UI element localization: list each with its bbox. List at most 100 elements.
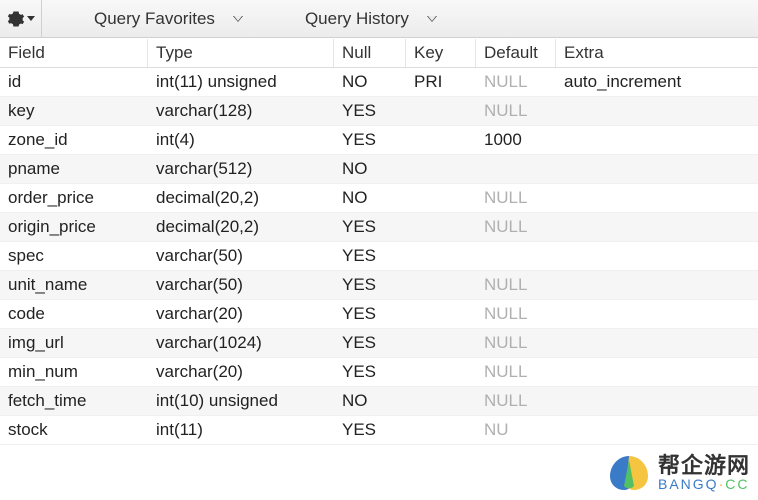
cell-field: pname [0,156,148,182]
cell-default: NULL [476,69,556,95]
table-row[interactable]: order_pricedecimal(20,2)NONULL [0,184,758,213]
cell-null: YES [334,330,406,356]
cell-null: YES [334,127,406,153]
cell-null: YES [334,214,406,240]
toolbar: Query Favorites Query History [0,0,758,38]
column-header-null[interactable]: Null [334,39,406,67]
cell-type: decimal(20,2) [148,214,334,240]
cell-extra [556,427,758,433]
cell-extra: auto_increment [556,69,758,95]
cell-type: varchar(1024) [148,330,334,356]
cell-type: int(11) [148,417,334,443]
settings-button[interactable] [0,0,42,37]
query-history-label: Query History [305,9,409,29]
cell-field: min_num [0,359,148,385]
cell-null: NO [334,69,406,95]
cell-null: YES [334,301,406,327]
cell-null: YES [334,417,406,443]
cell-field: stock [0,417,148,443]
cell-field: zone_id [0,127,148,153]
cell-key [406,195,476,201]
cell-key [406,137,476,143]
cell-extra [556,369,758,375]
cell-field: code [0,301,148,327]
table-row[interactable]: origin_pricedecimal(20,2)YESNULL [0,213,758,242]
cell-key [406,369,476,375]
cell-field: spec [0,243,148,269]
cell-key [406,398,476,404]
cell-key [406,282,476,288]
cell-type: decimal(20,2) [148,185,334,211]
cell-type: int(4) [148,127,334,153]
cell-key [406,253,476,259]
table-body: idint(11) unsignedNOPRINULLauto_incremen… [0,68,758,445]
column-header-key[interactable]: Key [406,39,476,67]
cell-default: NULL [476,214,556,240]
table-row[interactable]: specvarchar(50)YES [0,242,758,271]
table-row[interactable]: img_urlvarchar(1024)YES NULL [0,329,758,358]
table-row[interactable]: fetch_timeint(10) unsignedNONULL [0,387,758,416]
cell-field: unit_name [0,272,148,298]
query-favorites-label: Query Favorites [94,9,215,29]
table-row[interactable]: zone_idint(4)YES 1000 [0,126,758,155]
cell-default: NULL [476,301,556,327]
column-header-field[interactable]: Field [0,39,148,67]
watermark-text: 帮企游网 BANGQ·CC [658,454,750,492]
cell-key [406,427,476,433]
cell-extra [556,398,758,404]
chevron-down-icon [233,16,243,22]
cell-default [476,166,556,172]
cell-extra [556,108,758,114]
watermark-logo-icon [606,452,652,494]
cell-extra [556,340,758,346]
cell-default: NULL [476,359,556,385]
table-row[interactable]: keyvarchar(128)YESNULL [0,97,758,126]
table-header: Field Type Null Key Default Extra [0,38,758,68]
cell-field: img_url [0,330,148,356]
cell-field: key [0,98,148,124]
cell-extra [556,311,758,317]
cell-type: int(11) unsigned [148,69,334,95]
cell-default [476,253,556,259]
cell-default: NULL [476,388,556,414]
cell-default: NULL [476,98,556,124]
table-row[interactable]: unit_namevarchar(50)YES NULL [0,271,758,300]
watermark: 帮企游网 BANGQ·CC [606,452,750,494]
cell-null: NO [334,156,406,182]
watermark-url: BANGQ·CC [658,477,750,492]
schema-table: Field Type Null Key Default Extra idint(… [0,38,758,445]
gear-icon [7,10,25,28]
cell-type: varchar(50) [148,272,334,298]
column-header-type[interactable]: Type [148,39,334,67]
column-header-default[interactable]: Default [476,39,556,67]
cell-type: varchar(50) [148,243,334,269]
table-row[interactable]: idint(11) unsignedNOPRINULLauto_incremen… [0,68,758,97]
cell-key: PRI [406,69,476,95]
cell-null: NO [334,388,406,414]
watermark-chinese: 帮企游网 [658,454,750,477]
cell-extra [556,195,758,201]
column-header-extra[interactable]: Extra [556,39,758,67]
query-favorites-dropdown[interactable]: Query Favorites [42,0,265,37]
cell-extra [556,166,758,172]
query-history-dropdown[interactable]: Query History [265,0,459,37]
cell-default: NULL [476,272,556,298]
cell-key [406,340,476,346]
cell-type: varchar(20) [148,359,334,385]
cell-null: YES [334,359,406,385]
table-row[interactable]: stockint(11)YESNU [0,416,758,445]
table-row[interactable]: codevarchar(20)YESNULL [0,300,758,329]
cell-key [406,224,476,230]
cell-extra [556,253,758,259]
cell-key [406,108,476,114]
dropdown-arrow-icon [27,16,35,21]
table-row[interactable]: min_numvarchar(20)YES NULL [0,358,758,387]
cell-default: NULL [476,330,556,356]
cell-key [406,311,476,317]
cell-field: order_price [0,185,148,211]
cell-null: YES [334,272,406,298]
cell-type: int(10) unsigned [148,388,334,414]
table-row[interactable]: pnamevarchar(512)NO [0,155,758,184]
cell-extra [556,282,758,288]
cell-default: 1000 [476,127,556,153]
